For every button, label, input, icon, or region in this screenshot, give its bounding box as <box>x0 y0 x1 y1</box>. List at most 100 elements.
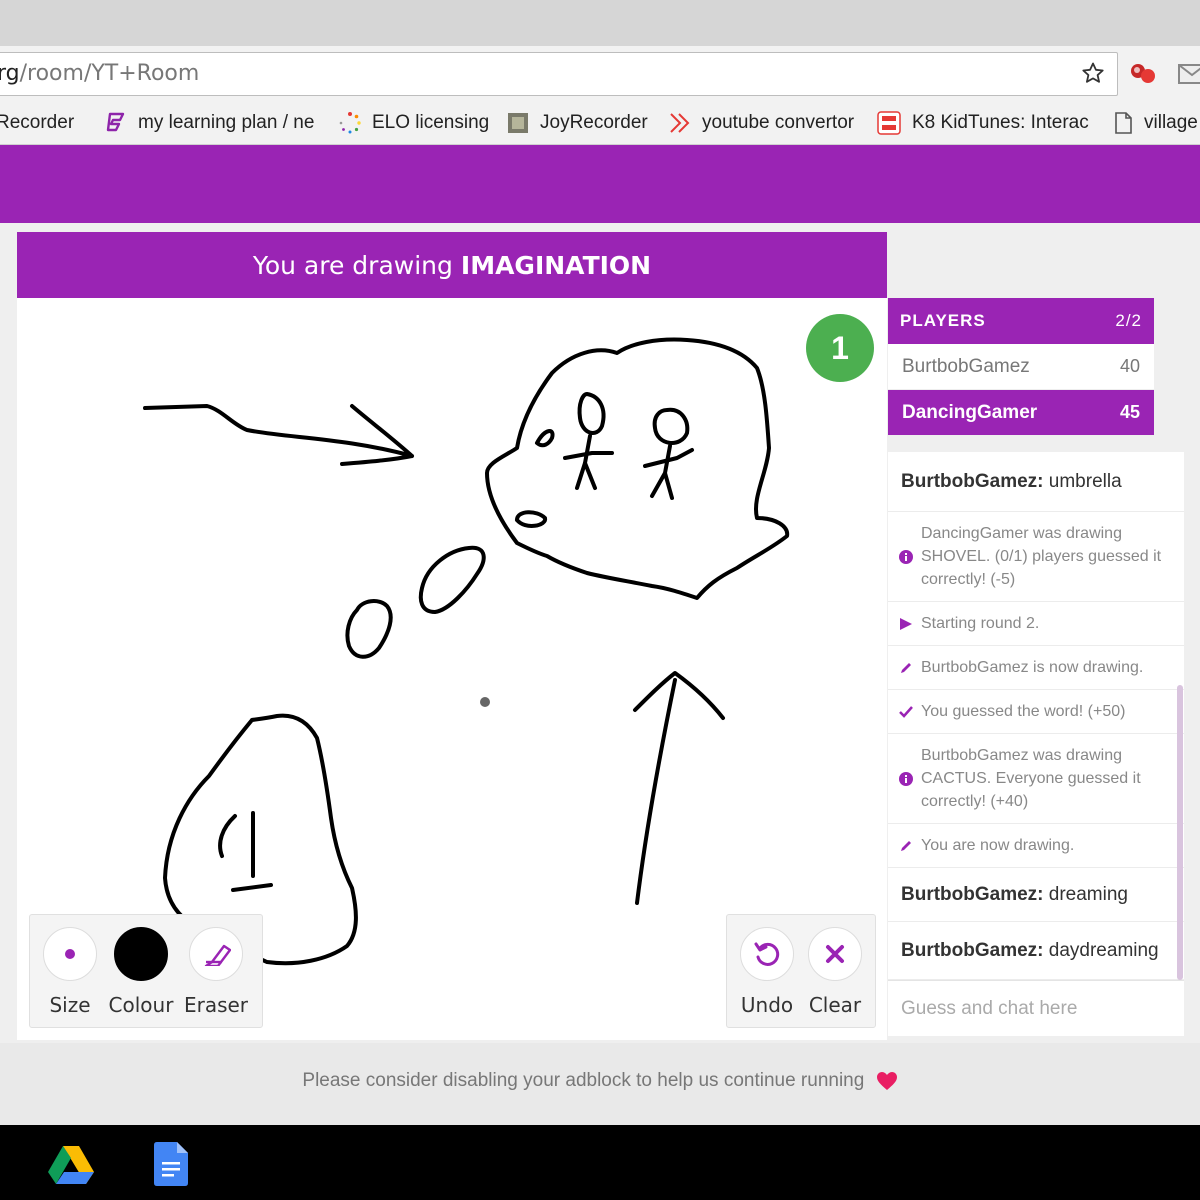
chat-system-message: You are now drawing. <box>888 824 1184 868</box>
stroke-eye-curl <box>535 429 555 448</box>
stroke-bracket <box>218 811 273 892</box>
banner-prefix: You are drawing <box>252 250 453 280</box>
bookmarks-bar: Recorder F my learning plan / ne ELO lic… <box>0 102 1200 145</box>
player-name: DancingGamer <box>902 401 1038 423</box>
chat-message: BurtbobGamez: umbrella <box>888 452 1184 512</box>
player-score: 45 <box>1119 402 1140 422</box>
size-tool[interactable]: Size <box>35 927 105 1017</box>
stroke-thought-bubble-1 <box>418 545 486 614</box>
drawing-word-banner: You are drawing IMAGINATION <box>17 232 887 298</box>
chat-text: You are now drawing. <box>921 837 1075 854</box>
chat-username: BurtbobGamez: <box>901 470 1044 492</box>
chat-input-placeholder: Guess and chat here <box>901 997 1078 1019</box>
check-icon <box>899 705 913 718</box>
drawing-word: IMAGINATION <box>460 250 652 280</box>
bookmark-label: my learning plan / ne <box>138 112 315 133</box>
chat-text: You guessed the word! (+50) <box>921 703 1126 720</box>
chat-username: BurtbobGamez: <box>901 883 1044 905</box>
bookmark-learning-plan[interactable]: my learning plan / ne <box>104 110 320 136</box>
bookmark-star-icon[interactable] <box>1081 61 1105 90</box>
bookmark-village[interactable]: village <box>1112 110 1200 136</box>
extension-icon[interactable] <box>1128 60 1158 93</box>
player-score: 40 <box>1119 356 1140 376</box>
chat-message: BurtbobGamez: daydreaming <box>888 922 1184 980</box>
colour-tool[interactable]: Colour <box>106 927 176 1017</box>
stroke-arrow-up <box>633 671 725 905</box>
google-drive-icon[interactable] <box>48 1144 94 1184</box>
chat-system-message: Starting round 2. <box>888 602 1184 646</box>
stroke-thought-cloud <box>485 337 790 600</box>
document-icon <box>1115 112 1132 134</box>
undo-icon <box>740 927 794 981</box>
drawing-canvas[interactable]: 1 Size Colour Eraser Undo Clear <box>17 298 887 1040</box>
chat-system-message: BurtbobGamez was drawing CACTUS. Everyon… <box>888 734 1184 824</box>
chat-text: BurtbobGamez is now drawing. <box>921 659 1144 676</box>
stroke-thought-bubble-2 <box>345 599 393 659</box>
undo-label: Undo <box>740 993 794 1017</box>
heart-icon <box>876 1072 897 1090</box>
taskbar <box>0 1125 1200 1200</box>
player-row-current: DancingGamer 45 <box>888 390 1154 436</box>
stroke-stick-figure-2 <box>643 407 694 500</box>
brush-cursor <box>480 697 490 707</box>
undo-button[interactable]: Undo <box>732 927 802 1017</box>
mk8-icon <box>877 111 901 135</box>
chat-text: DancingGamer was drawing SHOVEL. (0/1) p… <box>921 525 1162 588</box>
bookmark-recorder[interactable]: Recorder F <box>0 110 80 136</box>
chat-username: BurtbobGamez: <box>901 939 1044 961</box>
chat-text: daydreaming <box>1043 939 1159 961</box>
round-badge: 1 <box>806 314 874 382</box>
colour-swatch-icon <box>114 927 168 981</box>
players-header: PLAYERS 2/2 <box>888 298 1154 344</box>
chat-system-message: You guessed the word! (+50) <box>888 690 1184 734</box>
learning-plan-icon <box>106 112 125 132</box>
url-text[interactable]: rg/room/YT+Room <box>0 61 199 86</box>
chat-message: BurtbobGamez: dreaming <box>888 868 1184 922</box>
bookmark-label: village <box>1144 112 1198 133</box>
pencil-icon <box>901 840 911 851</box>
app-icon <box>508 113 528 133</box>
players-title: PLAYERS <box>900 311 986 330</box>
stroke-stick-figure-1 <box>563 392 614 490</box>
address-bar[interactable]: rg/room/YT+Room <box>0 52 1118 96</box>
size-icon <box>43 927 97 981</box>
chat-text: BurtbobGamez was drawing CACTUS. Everyon… <box>921 747 1141 810</box>
adblock-text: Please consider disabling your adblock t… <box>302 1070 865 1091</box>
brush-toolbox: Size Colour Eraser <box>29 914 263 1028</box>
close-icon <box>808 927 862 981</box>
pencil-icon <box>901 662 911 673</box>
player-name: BurtbobGamez <box>902 355 1030 377</box>
chat-scrollbar[interactable] <box>1177 685 1183 980</box>
chat-system-message: BurtbobGamez is now drawing. <box>888 646 1184 690</box>
browser-tab-strip <box>0 0 1200 47</box>
info-icon <box>899 549 913 564</box>
chat-log[interactable]: BurtbobGamez: umbrella DancingGamer was … <box>888 452 1184 980</box>
bookmark-elo-licensing[interactable]: ELO licensing <box>338 110 490 136</box>
info-icon <box>899 771 913 786</box>
player-row: BurtbobGamez 40 <box>888 344 1154 390</box>
play-icon <box>900 617 912 630</box>
clear-button[interactable]: Clear <box>800 927 870 1017</box>
edit-toolbox: Undo Clear <box>726 914 876 1028</box>
players-panel: PLAYERS 2/2 BurtbobGamez 40 DancingGamer… <box>888 298 1154 436</box>
google-docs-icon[interactable] <box>154 1142 188 1186</box>
eraser-label: Eraser <box>183 993 249 1017</box>
eraser-icon <box>189 927 243 981</box>
bookmark-label: youtube convertor <box>702 112 855 133</box>
bookmark-label: K8 KidTunes: Interac <box>912 112 1089 133</box>
mail-extension-icon[interactable] <box>1176 60 1200 93</box>
bookmark-label: JoyRecorder <box>540 112 648 133</box>
chat-input[interactable]: Guess and chat here <box>888 980 1184 1036</box>
bookmark-joyrecorder[interactable]: JoyRecorder <box>506 110 652 136</box>
bookmark-kidtunes[interactable]: K8 KidTunes: Interac <box>876 110 1094 136</box>
bookmark-youtube-convertor[interactable]: youtube convertor <box>668 110 860 136</box>
adblock-notice: Please consider disabling your adblock t… <box>0 1070 1200 1092</box>
bookmark-label: Recorder F <box>0 112 80 133</box>
colour-label: Colour <box>108 993 174 1017</box>
stroke-mouth <box>515 510 547 528</box>
eraser-tool[interactable]: Eraser <box>181 927 251 1017</box>
browser-toolbar: rg/room/YT+Room <box>0 46 1200 102</box>
chat-text: dreaming <box>1043 883 1128 905</box>
loading-spinner-icon <box>339 112 361 134</box>
chat-system-message: DancingGamer was drawing SHOVEL. (0/1) p… <box>888 512 1184 602</box>
